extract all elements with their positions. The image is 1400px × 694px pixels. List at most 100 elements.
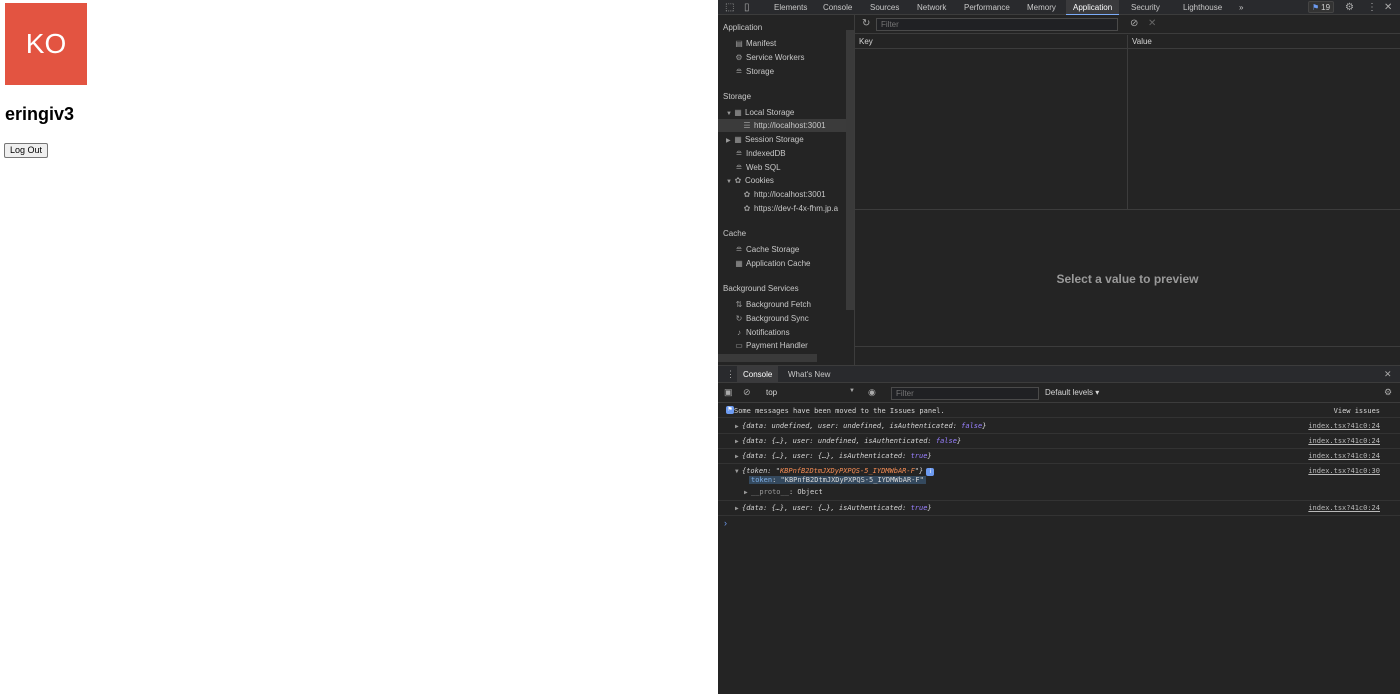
cookie-icon: ✿ <box>734 176 742 185</box>
bell-icon: ♪ <box>737 328 741 337</box>
live-expression-eye-icon[interactable]: ◉ <box>868 387 876 398</box>
sidebar-item-local-storage[interactable]: ▼ ▦ Local Storage <box>726 106 794 119</box>
username-heading: eringiv3 <box>5 104 75 124</box>
drawer-menu-icon[interactable]: ⋮ <box>726 369 735 380</box>
column-header-value[interactable]: Value <box>1128 35 1400 49</box>
sidebar-item-application-cache[interactable]: ▦ Application Cache <box>734 257 810 270</box>
gear-icon: ⚙ <box>735 53 743 62</box>
log-object-preview[interactable]: {token: "KBPnfB2DtmJXDyPXPQS-5_IYDMWbAR-… <box>742 467 935 476</box>
sidebar-heading-cache: Cache <box>723 229 747 238</box>
sidebar-item-label: IndexedDB <box>746 149 786 158</box>
clear-all-icon[interactable]: ⊘ <box>1130 18 1138 29</box>
tab-performance[interactable]: Performance <box>957 0 1017 15</box>
sidebar-item-label: Storage <box>746 67 775 76</box>
more-tabs-icon[interactable]: » <box>1232 0 1250 15</box>
expanded-triangle-icon[interactable]: ▼ <box>726 176 733 189</box>
storage-filter-input[interactable] <box>876 18 1118 31</box>
delete-selected-icon[interactable]: ✕ <box>1148 18 1156 29</box>
context-selector[interactable]: top <box>766 388 777 397</box>
sidebar-item-background-fetch[interactable]: ⇅ Background Fetch <box>734 298 811 311</box>
sidebar-item-label: Notifications <box>746 328 790 337</box>
column-header-key[interactable]: Key <box>855 35 1127 49</box>
token-property-row[interactable]: token: "KBPnfB2DtmJXDyPXPQS-5_IYDMWbAR-F… <box>749 476 926 484</box>
sidebar-vertical-scrollbar[interactable] <box>846 30 854 310</box>
local-storage-view: ↻ ⊘ ✕ Key Value Select a value to previe… <box>855 15 1400 365</box>
drawer-tab-whats-new[interactable]: What's New <box>782 366 836 383</box>
expand-triangle-icon[interactable]: ▶ <box>735 453 739 460</box>
close-drawer-icon[interactable]: ✕ <box>1384 369 1392 380</box>
log-source-link[interactable]: index.tsx?41c0:24 <box>1308 437 1380 445</box>
sidebar-item-service-workers[interactable]: ⚙ Service Workers <box>734 51 804 64</box>
context-dropdown-icon[interactable]: ▼ <box>849 388 855 394</box>
collapse-triangle-icon[interactable]: ▼ <box>735 468 739 475</box>
log-source-link[interactable]: index.tsx?41c0:24 <box>1308 504 1380 512</box>
sidebar-item-label: http://localhost:3001 <box>754 121 826 130</box>
sidebar-item-indexeddb[interactable]: ≘ IndexedDB <box>734 147 786 160</box>
expand-triangle-icon[interactable]: ▶ <box>735 438 739 445</box>
inspect-element-icon[interactable]: ⬚ <box>725 1 734 14</box>
expand-triangle-icon[interactable]: ▶ <box>735 423 739 430</box>
sidebar-item-notifications[interactable]: ♪ Notifications <box>734 326 790 339</box>
logout-button[interactable]: Log Out <box>4 143 49 158</box>
sidebar-item-cookie-origin[interactable]: ✿ https://dev-f-4x-fhm.jp.a <box>742 202 838 215</box>
tab-sources[interactable]: Sources <box>863 0 906 15</box>
sidebar-item-label: http://localhost:3001 <box>754 190 826 199</box>
clear-console-icon[interactable]: ⊘ <box>743 387 751 398</box>
issues-notice-text: Some messages have been moved to the Iss… <box>734 407 945 415</box>
sidebar-item-session-storage[interactable]: ▶ ▦ Session Storage <box>726 133 804 146</box>
sidebar-item-manifest[interactable]: ▤ Manifest <box>734 37 776 50</box>
sidebar-horizontal-scrollbar[interactable] <box>718 354 817 362</box>
sidebar-item-websql[interactable]: ≘ Web SQL <box>734 161 781 174</box>
close-devtools-icon[interactable]: ✕ <box>1384 1 1392 14</box>
database-icon: ≘ <box>735 149 743 158</box>
tab-network[interactable]: Network <box>910 0 953 15</box>
log-levels-dropdown[interactable]: Default levels ▾ <box>1045 388 1099 397</box>
device-toolbar-icon[interactable]: ▯ <box>744 1 750 14</box>
proto-value: Object <box>797 488 823 496</box>
log-object-preview[interactable]: {data: undefined, user: undefined, isAut… <box>742 422 986 430</box>
sidebar-item-local-storage-origin[interactable]: ☰ http://localhost:3001 <box>718 119 846 132</box>
view-issues-link[interactable]: View issues <box>1334 407 1380 415</box>
tab-console[interactable]: Console <box>816 0 859 15</box>
sidebar-item-label: Session Storage <box>745 135 804 144</box>
log-source-link[interactable]: index.tsx?41c0:24 <box>1308 452 1380 460</box>
log-object-preview[interactable]: {data: {…}, user: {…}, isAuthenticated: … <box>742 504 932 512</box>
sidebar-item-payment-handler[interactable]: ▭ Payment Handler <box>734 339 808 352</box>
console-settings-gear-icon[interactable]: ⚙ <box>1384 387 1392 398</box>
object-info-icon[interactable]: i <box>926 468 935 476</box>
proto-property-row[interactable]: __proto__: Object <box>751 488 823 496</box>
log-source-link[interactable]: index.tsx?41c0:24 <box>1308 422 1380 430</box>
sidebar-item-cache-storage[interactable]: ≘ Cache Storage <box>734 243 800 256</box>
drawer-tab-console[interactable]: Console <box>737 366 779 383</box>
console-toolbar: ▣ ⊘ top ▼ ◉ Default levels ▾ ⚙ <box>718 384 1400 403</box>
cookie-icon: ✿ <box>743 204 751 213</box>
tab-lighthouse[interactable]: Lighthouse <box>1176 0 1229 15</box>
tab-elements[interactable]: Elements <box>767 0 814 15</box>
issues-counter-button[interactable]: ⚑ 19 <box>1308 1 1335 13</box>
column-divider[interactable] <box>1127 35 1128 210</box>
table-icon: ☰ <box>743 121 751 130</box>
tab-security[interactable]: Security <box>1124 0 1167 15</box>
log-source-link[interactable]: index.tsx?41c0:30 <box>1308 467 1380 475</box>
card-icon: ▭ <box>735 341 743 350</box>
sidebar-item-cookie-origin[interactable]: ✿ http://localhost:3001 <box>742 188 826 201</box>
tab-application[interactable]: Application <box>1066 0 1120 15</box>
collapsed-triangle-icon[interactable]: ▶ <box>726 135 733 148</box>
settings-gear-icon[interactable]: ⚙ <box>1345 1 1354 14</box>
sidebar-item-storage[interactable]: ≘ Storage <box>734 65 774 78</box>
console-prompt-chevron-icon[interactable]: › <box>724 518 727 528</box>
expand-triangle-icon[interactable]: ▶ <box>735 505 739 512</box>
sidebar-item-label: Local Storage <box>745 108 795 117</box>
sidebar-item-background-sync[interactable]: ↻ Background Sync <box>734 312 809 325</box>
expand-triangle-icon[interactable]: ▶ <box>744 489 748 496</box>
toggle-sidebar-icon[interactable]: ▣ <box>724 387 733 398</box>
more-options-icon[interactable]: ⋮ <box>1367 1 1377 14</box>
tab-memory[interactable]: Memory <box>1020 0 1063 15</box>
sidebar-item-label: Web SQL <box>746 163 781 172</box>
log-object-preview[interactable]: {data: {…}, user: {…}, isAuthenticated: … <box>742 452 932 460</box>
drawer-tabbar: ⋮ Console What's New ✕ <box>718 366 1400 383</box>
sidebar-item-cookies[interactable]: ▼ ✿ Cookies <box>726 174 774 187</box>
refresh-icon[interactable]: ↻ <box>862 18 870 29</box>
console-filter-input[interactable] <box>891 387 1039 400</box>
log-object-preview[interactable]: {data: {…}, user: undefined, isAuthentic… <box>742 437 961 445</box>
